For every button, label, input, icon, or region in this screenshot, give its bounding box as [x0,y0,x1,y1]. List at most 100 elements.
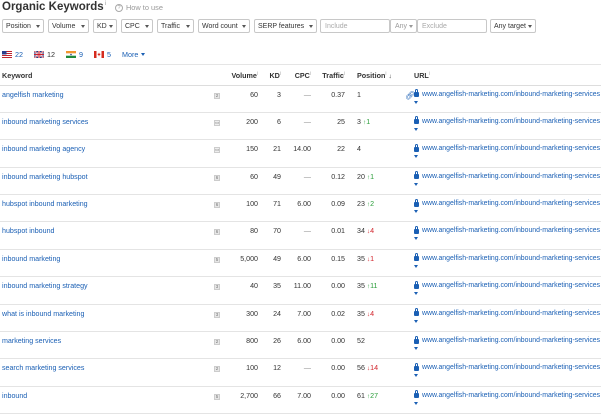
url-link[interactable]: www.angelfish-marketing.com/inbound-mark… [414,280,600,289]
url-link[interactable]: www.angelfish-marketing.com/inbound-mark… [414,225,600,234]
cpc-cell: 7.00 [283,386,313,414]
traffic-cell: 0.37 [313,85,347,113]
url-link[interactable]: www.angelfish-marketing.com/inbound-mark… [414,335,600,344]
url-link[interactable]: www.angelfish-marketing.com/inbound-mark… [414,143,600,152]
kd-filter-button[interactable]: KD [93,19,117,33]
include-mode-dropdown[interactable]: Any [390,19,417,33]
kd-cell: 49 [260,249,283,278]
keyword-link[interactable]: marketing services [2,337,61,345]
chevron-down-icon[interactable] [414,374,418,378]
country-uk[interactable]: 12 [34,50,55,59]
url-link[interactable]: www.angelfish-marketing.com/inbound-mark… [414,253,600,262]
volume-cell: 100 [222,194,260,223]
serp-features-filter-button[interactable]: SERP features [254,19,317,33]
cpc-filter-button[interactable]: CPC [121,19,153,33]
volume-filter-button[interactable]: Volume [48,19,89,33]
how-to-use-link[interactable]: ? How to use [114,3,163,12]
serp-features-badge[interactable]: 5 [214,256,220,263]
keyword-link[interactable]: what is inbound marketing [2,310,84,318]
table-row: hubspot inbound 6 80 70—0.01 34 ↓4 www.angelfi… [0,221,601,250]
cpc-column-header[interactable]: CPCi [283,66,313,86]
chevron-down-icon [186,25,190,28]
url-link[interactable]: www.angelfish-marketing.com/inbound-mark… [414,390,600,399]
position-value: 35 [357,254,365,263]
country-ca[interactable]: 5 [94,50,111,59]
chevron-down-icon[interactable] [414,264,418,268]
traffic-cell: 22 [313,139,347,168]
keyword-link[interactable]: search marketing services [2,364,84,372]
url-link[interactable]: www.angelfish-marketing.com/inbound-mark… [414,362,600,371]
table-header-row: Keyword Volumei KDi CPCi Traffici Positi… [0,66,601,86]
country-in[interactable]: 9 [66,50,83,59]
serp-features-badge[interactable]: 5 [214,393,220,400]
ca-flag-icon [94,50,104,58]
serp-features-badge[interactable]: 3 [214,311,220,318]
chevron-down-icon[interactable] [414,319,418,323]
serp-features-badge[interactable]: 6 [214,174,220,181]
keyword-cell: marketing services [0,331,206,360]
cpc-cell: — [283,112,313,141]
keyword-link[interactable]: hubspot inbound [2,227,54,235]
url-column-header[interactable]: URLi [412,66,601,86]
volume-column-header[interactable]: Volumei [222,66,260,86]
chevron-down-icon[interactable] [414,237,418,241]
chevron-down-icon[interactable] [414,401,418,405]
url-cell: www.angelfish-marketing.com/inbound-mark… [412,85,601,113]
keyword-cell: inbound marketing agency [0,139,206,168]
url-link[interactable]: www.angelfish-marketing.com/inbound-mark… [414,116,600,125]
serp-features-badge[interactable]: 2 [214,339,220,346]
serp-image-icon[interactable]: ▭ [214,147,220,154]
chevron-down-icon[interactable] [414,292,418,296]
chevron-down-icon[interactable] [414,347,418,351]
keyword-link[interactable]: inbound marketing hubspot [2,173,88,181]
exclude-input[interactable]: Exclude [417,19,487,33]
url-link[interactable]: www.angelfish-marketing.com/inbound-mark… [414,171,600,180]
keyword-link[interactable]: inbound [2,392,27,400]
keyword-link[interactable]: inbound marketing agency [2,145,85,153]
chevron-down-icon[interactable] [414,127,418,131]
position-cell: 23 ↑2 [347,194,403,223]
keyword-link[interactable]: hubspot inbound marketing [2,200,88,208]
keyword-column-header[interactable]: Keyword [0,66,206,86]
serp-features-badge[interactable]: 3 [214,284,220,291]
title-info-icon[interactable]: i [105,1,106,7]
url-link[interactable]: www.angelfish-marketing.com/inbound-mark… [414,198,600,207]
serp-features-badge[interactable]: 6 [214,202,220,209]
word-count-filter-button[interactable]: Word count [198,19,250,33]
keyword-link[interactable]: inbound marketing services [2,118,88,126]
position-change-up: ↑11 [366,282,378,291]
include-input[interactable]: Include [320,19,390,33]
serp-features-badge[interactable]: 6 [214,229,220,236]
position-value: 20 [357,172,365,181]
kd-cell: 35 [260,276,283,305]
position-value: 35 [357,309,365,318]
cpc-cell: 7.00 [283,304,313,333]
traffic-cell: 0.09 [313,194,347,223]
chevron-down-icon[interactable] [414,100,418,104]
chevron-down-icon[interactable] [414,182,418,186]
url-link[interactable]: www.angelfish-marketing.com/inbound-mark… [414,89,600,98]
filter-bar: Position Volume KD CPC Traffic Word coun… [2,19,599,33]
serp-image-icon[interactable]: ▭ [214,119,220,126]
chevron-down-icon[interactable] [414,210,418,214]
more-countries-button[interactable]: More [122,50,146,59]
url-link[interactable]: www.angelfish-marketing.com/inbound-mark… [414,308,600,317]
table-row: angelfish marketing 2 60 3—0.37 1 🔗︎ www.angel… [0,85,601,113]
traffic-column-header[interactable]: Traffici [313,66,347,86]
keyword-cell: angelfish marketing [0,85,206,113]
keyword-cell: inbound marketing hubspot [0,167,206,196]
keyword-link[interactable]: angelfish marketing [2,91,64,99]
any-target-dropdown[interactable]: Any target [490,19,536,33]
serp-features-badge[interactable]: 2 [214,366,220,373]
position-filter-button[interactable]: Position [2,19,44,33]
position-change-up: ↑1 [366,172,375,181]
chevron-down-icon[interactable] [414,155,418,159]
serp-features-badge[interactable]: 2 [214,92,220,99]
country-us[interactable]: 22 [2,50,23,59]
keyword-link[interactable]: inbound marketing strategy [2,282,88,290]
position-value: 1 [357,90,361,99]
kd-column-header[interactable]: KDi [260,66,283,86]
position-column-header[interactable]: Positioni ↓ [347,66,403,86]
traffic-filter-button[interactable]: Traffic [157,19,194,33]
keyword-link[interactable]: inbound marketing [2,255,60,263]
